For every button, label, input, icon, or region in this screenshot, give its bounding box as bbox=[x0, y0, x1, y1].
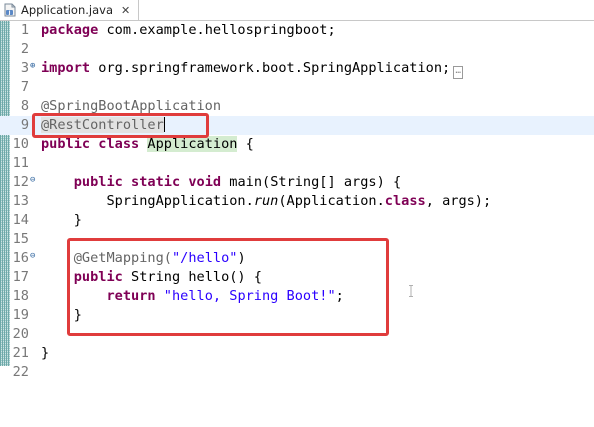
code-line-22: 22 bbox=[0, 363, 594, 382]
keyword: return bbox=[106, 288, 156, 304]
fold-collapse-icon[interactable]: ⊖ bbox=[30, 173, 35, 187]
editor-tab-bar: J Application.java ✕ bbox=[0, 0, 594, 21]
code-line-15: 15 bbox=[0, 230, 594, 249]
line-code: @RestController bbox=[41, 116, 165, 135]
line-code: package com.example.hellospringboot; bbox=[41, 21, 336, 40]
string-literal: "/hello" bbox=[171, 250, 238, 266]
line-code: public String hello() { bbox=[41, 268, 262, 287]
line-code: import org.springframework.boot.SpringAp… bbox=[41, 59, 464, 79]
keyword: public bbox=[73, 174, 123, 190]
code-text: main(String[] bbox=[221, 174, 344, 190]
keyword: public bbox=[41, 136, 91, 152]
code-text: String hello() { bbox=[122, 269, 262, 285]
line-code: public class Application { bbox=[41, 135, 254, 154]
keyword: class bbox=[384, 193, 426, 209]
line-code: } bbox=[41, 211, 82, 230]
tab-application-java[interactable]: J Application.java ✕ bbox=[0, 0, 139, 20]
line-number: 17 bbox=[12, 269, 29, 285]
line-number: 10 bbox=[12, 136, 29, 152]
line-number: 11 bbox=[12, 155, 29, 171]
code-line-9: 9 @RestController bbox=[0, 116, 594, 135]
code-line-3: 3 ⊕ import org.springframework.boot.Spri… bbox=[0, 59, 594, 79]
code-line-21: 21 } bbox=[0, 344, 594, 363]
code-line-13: 13 SpringApplication.run(Application.cla… bbox=[0, 192, 594, 211]
keyword: public bbox=[73, 269, 123, 285]
code-text: com.example.hellospringboot; bbox=[98, 22, 336, 38]
java-file-icon: J bbox=[4, 3, 16, 17]
line-number: 16 bbox=[12, 250, 29, 266]
code-line-12: 12 ⊖ public static void main(String[] ar… bbox=[0, 173, 594, 192]
code-line-7: 7 bbox=[0, 78, 594, 97]
class-name: Application bbox=[147, 136, 238, 152]
line-number: 13 bbox=[12, 193, 29, 209]
line-number: 3 bbox=[20, 60, 29, 76]
code-line-2: 2 bbox=[0, 40, 594, 59]
keyword: import bbox=[41, 60, 91, 76]
code-text: ; bbox=[335, 288, 344, 304]
code-line-19: 19 } bbox=[0, 306, 594, 325]
code-line-10: 10 public class Application { bbox=[0, 135, 594, 154]
code-text: ) { bbox=[376, 174, 402, 190]
code-editor[interactable]: 1 package com.example.hellospringboot; 2… bbox=[0, 21, 594, 427]
parameter: args bbox=[343, 174, 377, 190]
code-text: SpringApplication. bbox=[106, 193, 254, 209]
line-number: 21 bbox=[12, 345, 29, 361]
code-line-16: 16 ⊖ @GetMapping("/hello") bbox=[0, 249, 594, 268]
line-number: 8 bbox=[20, 98, 29, 114]
line-number: 19 bbox=[12, 307, 29, 323]
annotation: @SpringBootApplication bbox=[41, 98, 222, 114]
fold-collapse-icon[interactable]: ⊖ bbox=[30, 249, 35, 263]
line-code: } bbox=[41, 306, 82, 325]
keyword: void bbox=[188, 174, 222, 190]
keyword: package bbox=[41, 22, 99, 38]
line-number: 20 bbox=[12, 326, 29, 342]
line-number: 1 bbox=[20, 22, 29, 38]
code-text: , args); bbox=[425, 193, 492, 209]
code-text: } bbox=[73, 307, 82, 323]
code-text: ) bbox=[237, 250, 246, 266]
line-number: 14 bbox=[12, 212, 29, 228]
code-line-20: 20 bbox=[0, 325, 594, 344]
code-text: (Application. bbox=[278, 193, 385, 209]
mouse-ibeam-cursor-icon bbox=[409, 285, 413, 297]
line-number: 2 bbox=[20, 41, 29, 57]
line-number: 12 bbox=[12, 174, 29, 190]
fold-expand-icon[interactable]: ⊕ bbox=[30, 59, 35, 73]
tab-label: Application.java bbox=[21, 3, 114, 17]
code-text: } bbox=[73, 212, 82, 228]
method-call: run bbox=[253, 193, 279, 209]
line-code: SpringApplication.run(Application.class,… bbox=[41, 192, 491, 211]
line-number: 7 bbox=[20, 79, 29, 95]
code-line-8: 8 @SpringBootApplication bbox=[0, 97, 594, 116]
string-literal: "hello, Spring Boot!" bbox=[163, 288, 336, 304]
line-number: 9 bbox=[20, 117, 29, 133]
line-number: 22 bbox=[12, 364, 29, 380]
code-line-14: 14 } bbox=[0, 211, 594, 230]
close-icon[interactable]: ✕ bbox=[121, 4, 130, 17]
keyword: static bbox=[131, 174, 181, 190]
keyword: class bbox=[98, 136, 140, 152]
code-text: } bbox=[41, 345, 50, 361]
annotation: @GetMapping( bbox=[73, 250, 172, 266]
text-cursor bbox=[163, 117, 165, 132]
line-number: 18 bbox=[12, 288, 29, 304]
svg-text:J: J bbox=[8, 10, 11, 16]
code-text: org.springframework.boot.SpringApplicati… bbox=[90, 60, 451, 76]
code-text: { bbox=[237, 136, 254, 152]
code-line-18: 18 return "hello, Spring Boot!"; bbox=[0, 287, 594, 306]
annotation: @RestController bbox=[41, 117, 164, 133]
line-code: } bbox=[41, 344, 49, 363]
code-line-11: 11 bbox=[0, 154, 594, 173]
line-code: return "hello, Spring Boot!"; bbox=[41, 287, 344, 306]
line-code: public static void main(String[] args) { bbox=[41, 173, 401, 192]
code-line-17: 17 public String hello() { bbox=[0, 268, 594, 287]
line-code: @GetMapping("/hello") bbox=[41, 249, 246, 268]
line-code: @SpringBootApplication bbox=[41, 97, 221, 116]
code-line-1: 1 package com.example.hellospringboot; bbox=[0, 21, 594, 40]
line-number: 15 bbox=[12, 231, 29, 247]
